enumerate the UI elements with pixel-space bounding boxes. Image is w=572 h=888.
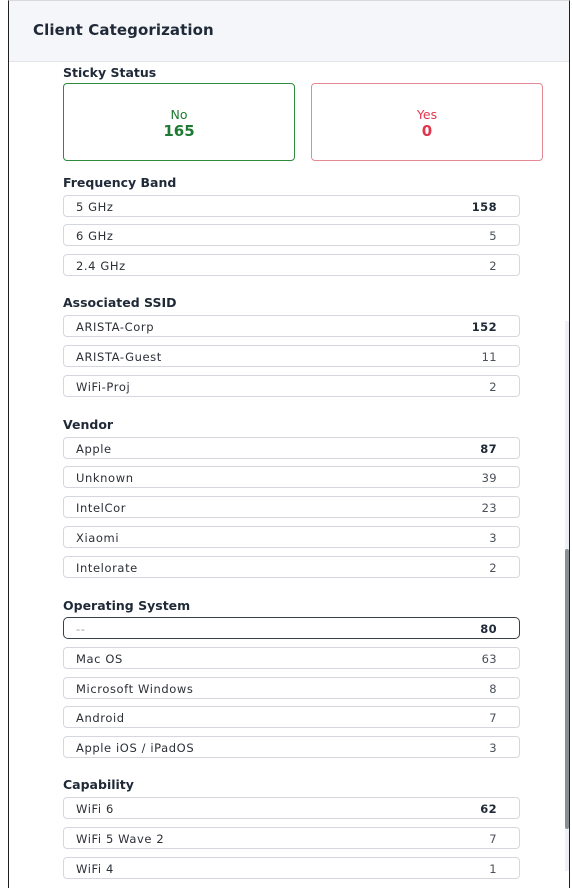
item-count: 3 [489,531,497,545]
item-name: WiFi 4 [76,862,114,876]
list-item-operating-system[interactable]: -- 80 [63,617,520,639]
item-name: Apple iOS / iPadOS [76,741,195,755]
sticky-status-yes-card[interactable]: Yes 0 [311,83,543,161]
item-count: 5 [489,229,497,243]
vertical-scrollbar[interactable] [565,321,569,871]
list-item-vendor[interactable]: Apple 87 [63,437,520,459]
list-item-vendor[interactable]: Xiaomi 3 [63,526,520,548]
list-item-frequency-band[interactable]: 6 GHz 5 [63,224,520,246]
item-name: 5 GHz [76,200,114,214]
section-title-operating-system: Operating System [63,598,191,613]
item-count: 7 [489,832,497,846]
list-item-ssid[interactable]: ARISTA-Guest 11 [63,345,520,367]
sticky-yes-count: 0 [421,122,433,140]
section-title-sticky-status: Sticky Status [63,65,157,80]
client-categorization-panel: Client Categorization Sticky Status No 1… [8,0,570,888]
section-title-capability: Capability [63,777,134,792]
list-item-vendor[interactable]: Intelorate 2 [63,556,520,578]
item-count: 63 [481,652,497,666]
list-item-capability[interactable]: WiFi 6 62 [63,797,520,819]
item-name: 2.4 GHz [76,259,126,273]
item-count: 23 [481,501,497,515]
item-count: 39 [481,471,497,485]
list-item-frequency-band[interactable]: 2.4 GHz 2 [63,254,520,276]
item-name: ARISTA-Corp [76,320,155,334]
item-name: Xiaomi [76,531,120,545]
item-count: 158 [471,200,497,214]
item-count: 2 [489,259,497,273]
section-title-frequency-band: Frequency Band [63,175,177,190]
scrollbar-thumb[interactable] [565,549,569,829]
item-name: WiFi-Proj [76,380,131,394]
item-name: Unknown [76,471,134,485]
sticky-yes-label: Yes [416,107,438,122]
list-item-capability[interactable]: WiFi 4 1 [63,857,520,879]
item-count: 3 [489,741,497,755]
item-name: 6 GHz [76,229,114,243]
item-count: 62 [480,802,497,816]
section-title-vendor: Vendor [63,417,114,432]
list-item-operating-system[interactable]: Mac OS 63 [63,647,520,669]
section-title-associated-ssid: Associated SSID [63,295,177,310]
list-item-operating-system[interactable]: Microsoft Windows 8 [63,677,520,699]
sticky-no-label: No [170,107,188,122]
sticky-no-count: 165 [163,122,195,140]
item-name: Android [76,711,125,725]
item-name: Mac OS [76,652,123,666]
list-item-frequency-band[interactable]: 5 GHz 158 [63,195,520,217]
item-count: 8 [489,682,497,696]
item-count: 2 [489,561,497,575]
item-count: 11 [481,350,497,364]
item-name: Apple [76,442,112,456]
item-count: 152 [471,320,497,334]
list-item-vendor[interactable]: Unknown 39 [63,466,520,488]
list-item-vendor[interactable]: IntelCor 23 [63,496,520,518]
item-count: 80 [480,622,497,636]
list-item-operating-system[interactable]: Apple iOS / iPadOS 3 [63,736,520,758]
list-item-ssid[interactable]: WiFi-Proj 2 [63,375,520,397]
list-item-operating-system[interactable]: Android 7 [63,706,520,728]
item-name: WiFi 5 Wave 2 [76,832,165,846]
panel-title: Client Categorization [33,21,214,39]
sticky-status-no-card[interactable]: No 165 [63,83,295,161]
item-count: 87 [480,442,497,456]
item-count: 1 [489,862,497,876]
list-item-ssid[interactable]: ARISTA-Corp 152 [63,315,520,337]
item-name: WiFi 6 [76,802,114,816]
item-name: IntelCor [76,501,127,515]
item-count: 7 [489,711,497,725]
item-name: Microsoft Windows [76,682,194,696]
item-name: -- [76,622,86,636]
item-count: 2 [489,380,497,394]
item-name: ARISTA-Guest [76,350,162,364]
list-item-capability[interactable]: WiFi 5 Wave 2 7 [63,827,520,849]
item-name: Intelorate [76,561,138,575]
panel-header: Client Categorization [9,1,569,62]
